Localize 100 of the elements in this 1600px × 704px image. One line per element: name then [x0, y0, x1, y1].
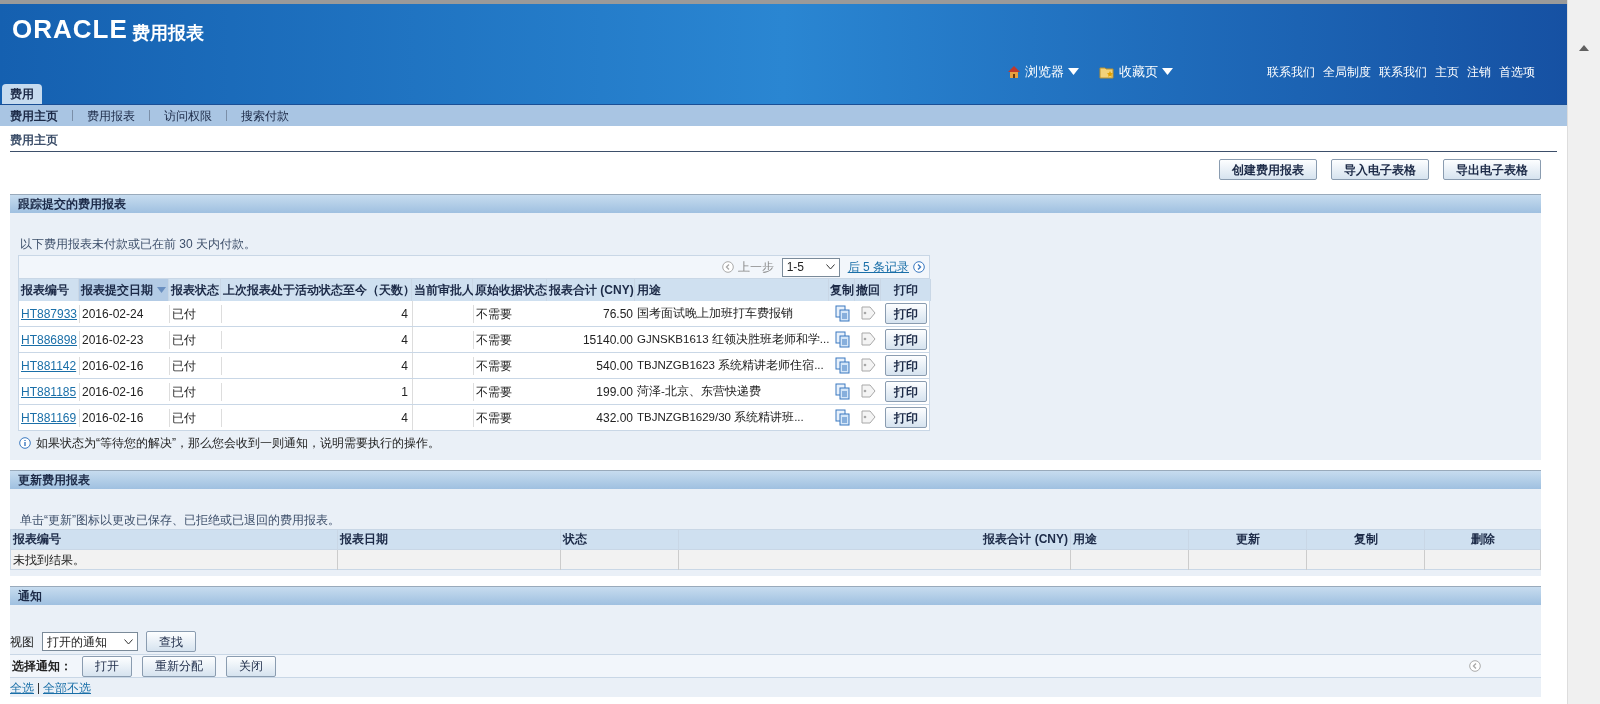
tip-text: 如果状态为“等待您的解决”，那么您会收到一则通知，说明需要执行的操作。 — [36, 435, 440, 452]
report-link[interactable]: HT881169 — [19, 408, 79, 427]
column-header[interactable]: 报表状态 — [169, 279, 221, 301]
section-note: 以下费用报表未付款或已在前 30 天内付款。 — [20, 236, 257, 253]
table-cell: 2016-02-16 — [79, 382, 169, 401]
copy-icon[interactable] — [834, 357, 850, 374]
select-link[interactable]: 全选 — [10, 679, 34, 697]
sort-arrow-icon — [157, 287, 166, 293]
table-cell: 2016-02-16 — [79, 408, 169, 427]
button[interactable]: 创建费用报表 — [1219, 159, 1317, 180]
subnav-link[interactable]: 费用报表 — [87, 106, 135, 125]
chevron-icon — [124, 638, 133, 645]
table-cell: 不需要 — [473, 330, 547, 349]
column-header[interactable]: 原始收据状态 — [473, 279, 547, 301]
report-link[interactable]: HT887933 — [19, 304, 79, 323]
subnav-link[interactable]: 费用主页 — [10, 106, 58, 125]
button[interactable]: 导出电子表格 — [1443, 159, 1541, 180]
column-header[interactable]: 报表编号 — [19, 279, 79, 301]
house-icon — [1007, 64, 1021, 79]
caret-icon — [1162, 68, 1173, 76]
previous-icon[interactable] — [1469, 660, 1481, 672]
column-header[interactable]: 复制 — [829, 279, 855, 301]
button[interactable]: 打开 — [82, 655, 132, 677]
oracle-logo: ORACLE — [12, 16, 128, 42]
next-icon[interactable] — [913, 261, 925, 273]
app-title: 费用报表 — [131, 24, 204, 42]
folder-star-icon — [1099, 64, 1115, 79]
global-link[interactable]: 主页 — [1435, 62, 1459, 81]
global-link[interactable]: 首选项 — [1499, 62, 1535, 81]
report-link[interactable]: HT881185 — [19, 382, 79, 401]
select-link[interactable]: 全部不选 — [43, 679, 91, 697]
column-header[interactable]: 更新 — [1189, 530, 1307, 549]
column-header[interactable]: 撤回 — [855, 279, 881, 301]
subnav-link[interactable]: 搜索付款 — [241, 106, 289, 125]
column-header[interactable]: 上次报表处于活动状态至今（天数） — [221, 279, 412, 301]
column-header[interactable]: 复制 — [1307, 530, 1425, 549]
copy-icon[interactable] — [834, 305, 850, 322]
column-header[interactable]: 报表合计 (CNY) — [679, 530, 1071, 549]
table-cell: 2016-02-16 — [79, 356, 169, 375]
button[interactable]: 打印 — [885, 381, 927, 402]
button[interactable]: 打印 — [885, 407, 927, 428]
column-header[interactable]: 报表合计 (CNY) — [547, 279, 635, 301]
scrollbar[interactable] — [1567, 0, 1600, 704]
table-cell-text: 432.00 — [595, 409, 634, 427]
global-link[interactable]: 全局制度 — [1323, 62, 1371, 81]
copy-icon[interactable] — [834, 383, 850, 400]
button[interactable]: 查找 — [146, 631, 196, 652]
button[interactable]: 打印 — [885, 303, 927, 324]
empty-message: 未找到结果。 — [11, 550, 338, 570]
column-header[interactable]: 用途 — [635, 279, 829, 301]
table-cell: 不需要 — [473, 382, 547, 401]
menu-dropdown[interactable]: 收藏页 — [1099, 62, 1173, 82]
column-header[interactable]: 用途 — [1071, 530, 1189, 549]
scroll-up-icon[interactable] — [1579, 45, 1589, 51]
table-cell: 不需要 — [473, 408, 547, 427]
table-cell: 2016-02-24 — [79, 304, 169, 323]
chevron-icon — [825, 264, 835, 270]
table-cell: 4 — [221, 408, 412, 427]
copy-icon[interactable] — [834, 409, 850, 426]
subnav-link[interactable]: 访问权限 — [164, 106, 212, 125]
column-header[interactable]: 报表日期 — [338, 530, 561, 549]
column-header[interactable]: 删除 — [1425, 530, 1541, 549]
previous-link[interactable]: 上一步 — [737, 258, 774, 276]
column-header[interactable]: 状态 — [561, 530, 679, 549]
global-link[interactable]: 注销 — [1467, 62, 1491, 81]
global-link[interactable]: 联系我们 — [1379, 62, 1427, 81]
table-cell-text: 199.00 — [595, 383, 634, 401]
view-select[interactable]: 打开的通知 — [42, 632, 138, 651]
report-link[interactable]: HT881142 — [19, 356, 79, 375]
column-header[interactable]: 报表提交日期 — [79, 279, 169, 301]
global-link[interactable]: 联系我们 — [1267, 62, 1315, 81]
report-link[interactable]: HT886898 — [19, 330, 79, 349]
button[interactable]: 打印 — [885, 329, 927, 350]
button[interactable]: 打印 — [885, 355, 927, 376]
table-cell: 已付 — [169, 304, 221, 323]
caret-icon — [1068, 68, 1079, 76]
column-header[interactable]: 报表编号 — [11, 530, 338, 549]
column-header[interactable]: 当前审批人 — [412, 279, 473, 301]
table-cell: 不需要 — [473, 304, 547, 323]
table-cell-text: 菏泽-北京、东营快递费 — [636, 383, 762, 399]
button[interactable]: 导入电子表格 — [1331, 159, 1429, 180]
table-cell-text: TBJNZGB1623 系统精讲老师住宿... — [636, 357, 825, 373]
table-cell-text: 国考面试晚上加班打车费报销 — [636, 305, 794, 321]
previous-icon[interactable] — [721, 261, 734, 273]
table-cell: 已付 — [169, 408, 221, 427]
copy-icon[interactable] — [834, 331, 850, 348]
table-cell: 4 — [221, 304, 412, 323]
range-select[interactable]: 1-5 — [781, 257, 840, 277]
next-link[interactable]: 后 5 条记录 — [847, 258, 909, 276]
view-label: 视图 — [10, 633, 34, 651]
table-cell: 已付 — [169, 356, 221, 375]
button[interactable]: 关闭 — [226, 655, 276, 677]
tab[interactable]: 费用 — [2, 84, 42, 104]
table-cell: 4 — [221, 330, 412, 349]
section-header: 跟踪提交的费用报表 — [10, 194, 1541, 213]
table-cell: 1 — [221, 382, 412, 401]
menu-dropdown[interactable]: 浏览器 — [1007, 62, 1079, 82]
select-label: 选择通知： — [12, 658, 72, 675]
table-cell-text: TBJNZGB1629/30 系统精讲班... — [636, 409, 805, 425]
button[interactable]: 重新分配 — [142, 655, 216, 677]
